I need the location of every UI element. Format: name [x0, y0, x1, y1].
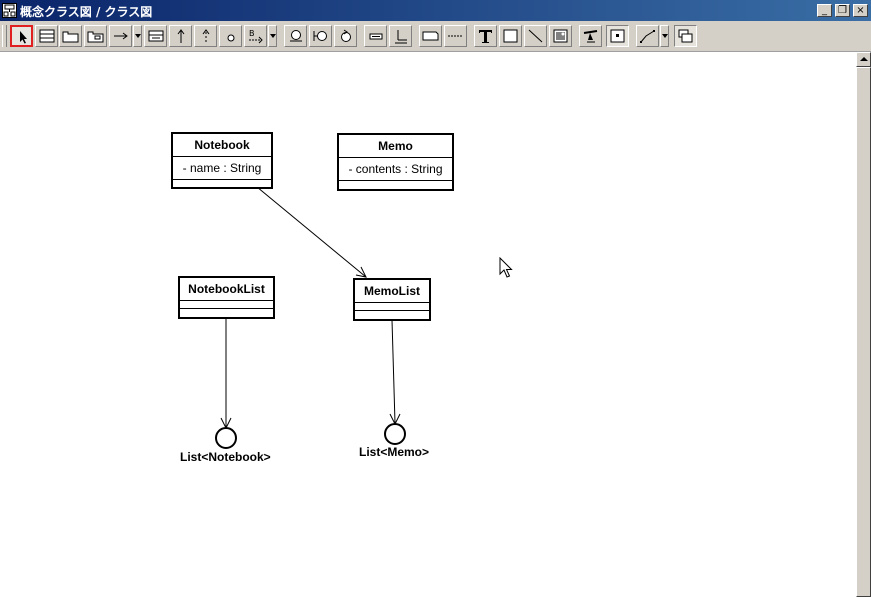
note-tool-button[interactable]	[364, 25, 387, 47]
arrow-right-icon	[114, 32, 128, 40]
attributes-compartment	[180, 301, 273, 309]
class-memolist[interactable]: MemoList	[353, 278, 431, 321]
rectangle-icon	[503, 29, 518, 43]
package-icon	[62, 31, 79, 43]
control-icon	[313, 31, 327, 41]
interface-label-list-notebook: List<Notebook>	[180, 450, 271, 464]
realization-tool-button[interactable]	[194, 25, 217, 47]
arrow-up-icon	[177, 29, 185, 43]
mouse-cursor-icon	[499, 257, 513, 278]
overlay-icon	[678, 29, 693, 43]
class-icon	[39, 29, 55, 43]
association-tool-button[interactable]	[109, 25, 132, 47]
dashed-arrow-up-icon	[202, 29, 210, 43]
select-tool-button[interactable]	[10, 25, 33, 47]
interface-tool-button[interactable]	[219, 25, 242, 47]
note-icon	[369, 33, 383, 40]
line-tool-button[interactable]	[524, 25, 547, 47]
image-icon	[553, 29, 568, 43]
boundary-icon	[290, 30, 302, 42]
svg-text:B: B	[249, 29, 255, 38]
partition-tool-button[interactable]	[419, 25, 442, 47]
operations-compartment	[339, 181, 452, 188]
association-line[interactable]	[256, 186, 367, 278]
dependency-icon: B	[249, 29, 263, 44]
class-diagram-icon	[2, 3, 17, 18]
text-tool-button[interactable]	[474, 25, 497, 47]
vertical-scrollbar[interactable]	[856, 52, 871, 597]
scroll-thumb[interactable]	[856, 67, 871, 597]
overlay-tool-button[interactable]	[674, 25, 697, 47]
class-tool-button[interactable]	[35, 25, 58, 47]
operations-compartment	[173, 180, 271, 187]
scroll-up-button[interactable]	[856, 52, 871, 67]
dashed-line-tool-button[interactable]	[444, 25, 467, 47]
diagram-canvas[interactable]: Notebook - name : String Memo - contents…	[0, 52, 856, 597]
subsystem-tool-button[interactable]	[84, 25, 107, 47]
text-icon	[479, 30, 492, 43]
window-title: 概念クラス図 / クラス図	[20, 5, 153, 19]
title-bar: 概念クラス図 / クラス図 _ ❐ ×	[0, 0, 871, 21]
dependency-dropdown[interactable]	[268, 25, 277, 47]
class-attribute: - contents : String	[339, 158, 452, 181]
close-button[interactable]: ×	[853, 4, 868, 17]
class-memo[interactable]: Memo - contents : String	[337, 133, 454, 191]
toolbar-grip[interactable]	[2, 25, 7, 47]
boundary-tool-button[interactable]	[284, 25, 307, 47]
subsystem-icon	[87, 31, 104, 43]
class-notebooklist[interactable]: NotebookList	[178, 276, 275, 319]
anchor-icon	[395, 30, 407, 44]
control-tool-button[interactable]	[309, 25, 332, 47]
rect-tool-button[interactable]	[499, 25, 522, 47]
entity-icon	[341, 29, 351, 42]
folded-note-icon	[422, 31, 439, 41]
interface-label-list-memo: List<Memo>	[359, 445, 430, 459]
interface-circle-list-notebook[interactable]	[215, 427, 237, 449]
operations-compartment	[355, 311, 429, 318]
class-name: MemoList	[355, 280, 429, 303]
operations-compartment	[180, 309, 273, 316]
entity-tool-button[interactable]	[334, 25, 357, 47]
class-name: NotebookList	[180, 278, 273, 301]
association-dropdown[interactable]	[133, 25, 142, 47]
class-name: Memo	[339, 135, 452, 158]
note-anchor-tool-button[interactable]	[389, 25, 412, 47]
class-notebook[interactable]: Notebook - name : String	[171, 132, 273, 189]
class-name: Notebook	[173, 134, 271, 157]
toolbar: B	[0, 21, 871, 52]
package-tool-button[interactable]	[59, 25, 82, 47]
pointer-icon	[20, 31, 27, 44]
stamp-icon	[583, 30, 598, 43]
connector-dropdown[interactable]	[660, 25, 669, 47]
minimize-button[interactable]: _	[817, 4, 832, 17]
stamp-tool-button[interactable]	[579, 25, 602, 47]
center-point-icon	[610, 29, 625, 43]
connector-tool-button[interactable]	[636, 25, 659, 47]
attribute-tool-button[interactable]	[144, 25, 167, 47]
interface-circle-list-memo[interactable]	[384, 423, 406, 445]
connector-icon	[640, 30, 655, 43]
image-tool-button[interactable]	[549, 25, 572, 47]
generalization-tool-button[interactable]	[169, 25, 192, 47]
class-attribute: - name : String	[173, 157, 271, 180]
diagonal-line-icon	[528, 29, 543, 43]
center-tool-button[interactable]	[606, 25, 629, 47]
dashed-line-icon	[448, 35, 463, 37]
small-circle-icon	[227, 34, 235, 42]
restore-button[interactable]: ❐	[835, 4, 850, 17]
attributes-compartment	[355, 303, 429, 311]
realization-line-memolist[interactable]	[391, 319, 396, 424]
dependency-tool-button[interactable]: B	[244, 25, 267, 47]
attribute-icon	[148, 30, 164, 42]
